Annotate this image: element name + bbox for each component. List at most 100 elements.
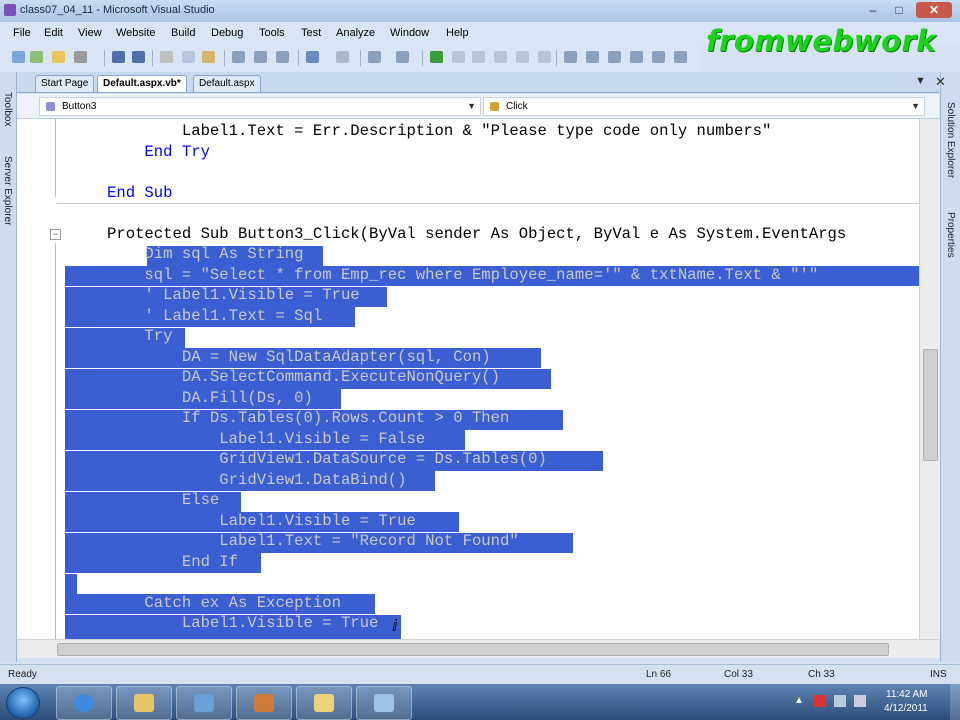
show-hidden-icons-icon[interactable]: ▲ bbox=[794, 695, 804, 706]
solution-explorer-tab[interactable]: Solution Explorer bbox=[945, 102, 956, 178]
solution-explorer-icon[interactable] bbox=[586, 51, 599, 63]
paste-icon[interactable] bbox=[202, 51, 215, 63]
volume-icon[interactable] bbox=[854, 695, 866, 707]
menu-help[interactable]: Help bbox=[446, 27, 469, 39]
menu-tools[interactable]: Tools bbox=[259, 27, 285, 39]
scroll-thumb[interactable] bbox=[923, 349, 938, 461]
maximize-button[interactable]: □ bbox=[888, 2, 910, 18]
code-line: GridView1.DataSource = Ds.Tables(0) bbox=[107, 450, 547, 468]
insert-mode: INS bbox=[930, 669, 947, 680]
uncomment-icon[interactable] bbox=[254, 51, 267, 63]
toolbar-separator bbox=[152, 50, 153, 66]
toolbox-icon[interactable] bbox=[652, 51, 665, 63]
step-out-icon[interactable] bbox=[538, 51, 551, 63]
properties-tab[interactable]: Properties bbox=[945, 212, 956, 258]
taskbar-folder[interactable] bbox=[296, 686, 352, 720]
folder-icon bbox=[134, 694, 154, 712]
taskbar-internet-explorer[interactable] bbox=[56, 686, 112, 720]
menu-view[interactable]: View bbox=[78, 27, 102, 39]
minimize-button[interactable]: – bbox=[862, 2, 884, 18]
standard-toolbar bbox=[0, 44, 700, 73]
taskbar-app[interactable] bbox=[176, 686, 232, 720]
start-button[interactable] bbox=[6, 687, 40, 719]
menu-analyze[interactable]: Analyze bbox=[336, 27, 375, 39]
clock-date[interactable]: 4/12/2011 bbox=[884, 703, 928, 714]
network-icon[interactable] bbox=[834, 695, 846, 707]
tab-default-aspx[interactable]: Default.aspx bbox=[193, 75, 261, 92]
chevron-down-icon: ▼ bbox=[467, 101, 476, 111]
toolbox-tab[interactable]: Toolbox bbox=[2, 92, 13, 126]
taskbar-visual-studio[interactable] bbox=[236, 686, 292, 720]
clock-time[interactable]: 11:42 AM bbox=[886, 689, 928, 700]
format-icon[interactable] bbox=[276, 51, 289, 63]
cut-icon[interactable] bbox=[160, 51, 173, 63]
menu-website[interactable]: Website bbox=[116, 27, 156, 39]
object-browser-icon[interactable] bbox=[630, 51, 643, 63]
close-tab-icon[interactable]: ✕ bbox=[935, 74, 946, 90]
new-project-icon[interactable] bbox=[12, 51, 25, 63]
tab-default-aspx-vb[interactable]: Default.aspx.vb* bbox=[97, 75, 187, 92]
redo-icon[interactable] bbox=[336, 51, 349, 63]
left-tool-strip: Toolbox Server Explorer bbox=[0, 72, 17, 662]
start-page-icon[interactable] bbox=[674, 51, 687, 63]
add-new-item-icon[interactable] bbox=[74, 51, 87, 63]
code-line: End If bbox=[107, 553, 239, 571]
undo-icon[interactable] bbox=[306, 51, 319, 63]
menu-build[interactable]: Build bbox=[171, 27, 195, 39]
close-window-button[interactable]: ✕ bbox=[916, 2, 952, 18]
right-tool-strip: Solution Explorer Properties bbox=[940, 72, 960, 662]
status-text: Ready bbox=[8, 669, 37, 680]
stop-icon[interactable] bbox=[472, 51, 485, 63]
comment-icon[interactable] bbox=[232, 51, 245, 63]
toolbar-separator bbox=[556, 50, 557, 66]
method-name-dropdown[interactable]: Click ▼ bbox=[483, 97, 925, 116]
menu-file[interactable]: File bbox=[13, 27, 31, 39]
properties-icon[interactable] bbox=[608, 51, 621, 63]
show-desktop-button[interactable] bbox=[950, 684, 960, 720]
code-line: Dim sql As String bbox=[107, 245, 304, 263]
horizontal-scrollbar[interactable] bbox=[17, 639, 939, 658]
toolbar-separator bbox=[104, 50, 105, 66]
visual-studio-icon bbox=[254, 694, 274, 712]
visual-studio-icon bbox=[4, 4, 16, 16]
class-name-dropdown[interactable]: Button3 ▼ bbox=[39, 97, 481, 116]
editor-gutter: − bbox=[17, 119, 61, 639]
save-all-icon[interactable] bbox=[132, 51, 145, 63]
scroll-thumb[interactable] bbox=[57, 643, 889, 656]
window-icon bbox=[194, 694, 214, 712]
start-debugging-icon[interactable] bbox=[430, 51, 443, 63]
collapse-toggle[interactable]: − bbox=[50, 229, 61, 240]
add-item-icon[interactable] bbox=[30, 51, 43, 63]
tab-start-page[interactable]: Start Page bbox=[35, 75, 95, 92]
column-number: Col 33 bbox=[724, 669, 753, 680]
server-explorer-tab[interactable]: Server Explorer bbox=[2, 156, 13, 225]
code-line: Try bbox=[107, 327, 173, 345]
taskbar-explorer[interactable] bbox=[116, 686, 172, 720]
pause-icon[interactable] bbox=[452, 51, 465, 63]
code-line: Label1.Visible = False bbox=[107, 430, 426, 448]
step-into-icon[interactable] bbox=[494, 51, 507, 63]
menu-debug[interactable]: Debug bbox=[211, 27, 243, 39]
open-file-icon[interactable] bbox=[52, 51, 65, 63]
vertical-scrollbar[interactable] bbox=[919, 119, 940, 639]
menu-window[interactable]: Window bbox=[390, 27, 429, 39]
find-icon[interactable] bbox=[564, 51, 577, 63]
code-line: Protected Sub Button3_Click(ByVal sender… bbox=[107, 225, 847, 243]
navigate-forward-icon[interactable] bbox=[396, 51, 409, 63]
code-editor[interactable]: − Label1.Text = Err.Description & "Pleas… bbox=[17, 119, 919, 639]
menu-test[interactable]: Test bbox=[301, 27, 321, 39]
action-center-icon[interactable] bbox=[814, 695, 826, 707]
code-line: End Sub bbox=[107, 184, 173, 202]
line-number: Ln 66 bbox=[646, 669, 672, 680]
menu-edit[interactable]: Edit bbox=[44, 27, 63, 39]
pin-icon[interactable]: ▼ bbox=[915, 75, 926, 87]
step-over-icon[interactable] bbox=[516, 51, 529, 63]
navigate-backward-icon[interactable] bbox=[368, 51, 381, 63]
code-line: Label1.Text = "Record Not Found" bbox=[107, 532, 519, 550]
code-line: DA.Fill(Ds, 0) bbox=[107, 389, 313, 407]
taskbar-window[interactable] bbox=[356, 686, 412, 720]
toolbar-separator bbox=[360, 50, 361, 66]
save-icon[interactable] bbox=[112, 51, 125, 63]
method-separator bbox=[57, 203, 919, 204]
copy-icon[interactable] bbox=[182, 51, 195, 63]
